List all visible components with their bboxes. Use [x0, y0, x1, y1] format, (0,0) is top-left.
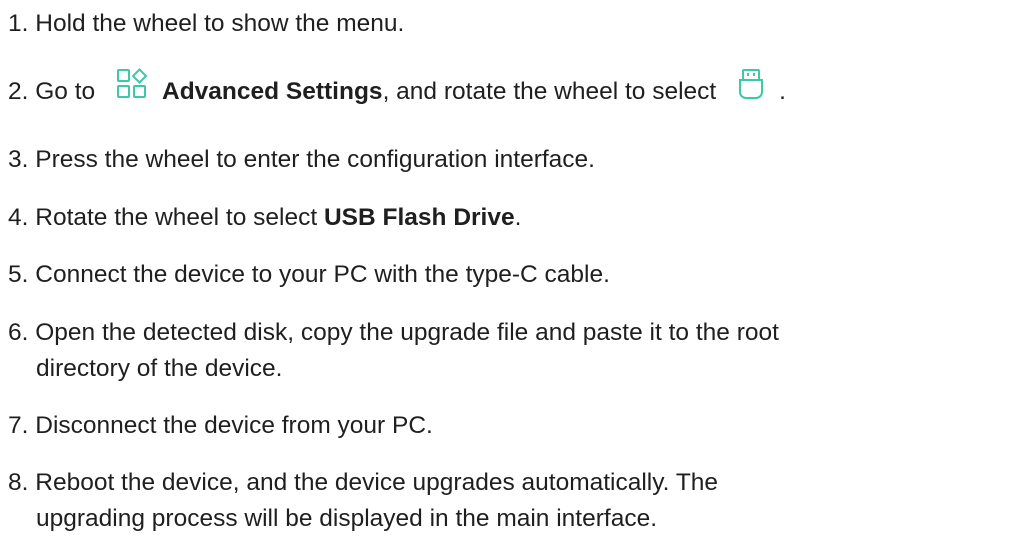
advanced-settings-icon	[116, 68, 148, 111]
step-number: 2.	[8, 77, 29, 105]
step-8: 8. Reboot the device, and the device upg…	[8, 465, 1019, 537]
step-text-continued: directory of the device.	[36, 355, 283, 382]
step-number: 5.	[8, 261, 29, 288]
step-text: Open the detected disk, copy the upgrade…	[35, 319, 779, 346]
step-text-continued: upgrading process will be displayed in t…	[36, 505, 658, 532]
step-text: Connect the device to your PC with the t…	[35, 261, 610, 288]
step-number: 1.	[8, 10, 29, 37]
instruction-list: 1. Hold the wheel to show the menu. 2. G…	[0, 0, 1023, 555]
step-number: 8.	[8, 469, 29, 496]
step-text: , and rotate the wheel to select	[382, 77, 717, 105]
step-text: .	[514, 204, 522, 231]
step-text: Disconnect the device from your PC.	[35, 412, 433, 439]
step-1: 1. Hold the wheel to show the menu.	[8, 6, 1019, 42]
step-text: Rotate the wheel to select	[35, 204, 324, 231]
step-7: 7. Disconnect the device from your PC.	[8, 408, 1019, 444]
step-text: Press the wheel to enter the configurati…	[35, 146, 595, 173]
step-text: Reboot the device, and the device upgrad…	[35, 469, 719, 496]
step-4: 4. Rotate the wheel to select USB Flash …	[8, 200, 1019, 236]
step-text: Go to	[35, 77, 96, 105]
step-5: 5. Connect the device to your PC with th…	[8, 257, 1019, 293]
step-text: .	[779, 77, 786, 105]
step-3: 3. Press the wheel to enter the configur…	[8, 142, 1019, 178]
step-text: Hold the wheel to show the menu.	[35, 10, 405, 37]
menu-name: Advanced Settings	[162, 77, 383, 105]
step-number: 7.	[8, 412, 29, 439]
option-name: USB Flash Drive	[323, 204, 515, 231]
usb-icon	[737, 68, 765, 111]
step-2: 2. Go to Advanced Settings, and rotate t…	[8, 68, 1019, 114]
step-number: 3.	[8, 146, 29, 173]
step-number: 6.	[8, 319, 29, 346]
step-6: 6. Open the detected disk, copy the upgr…	[8, 315, 1019, 387]
step-number: 4.	[8, 204, 29, 231]
